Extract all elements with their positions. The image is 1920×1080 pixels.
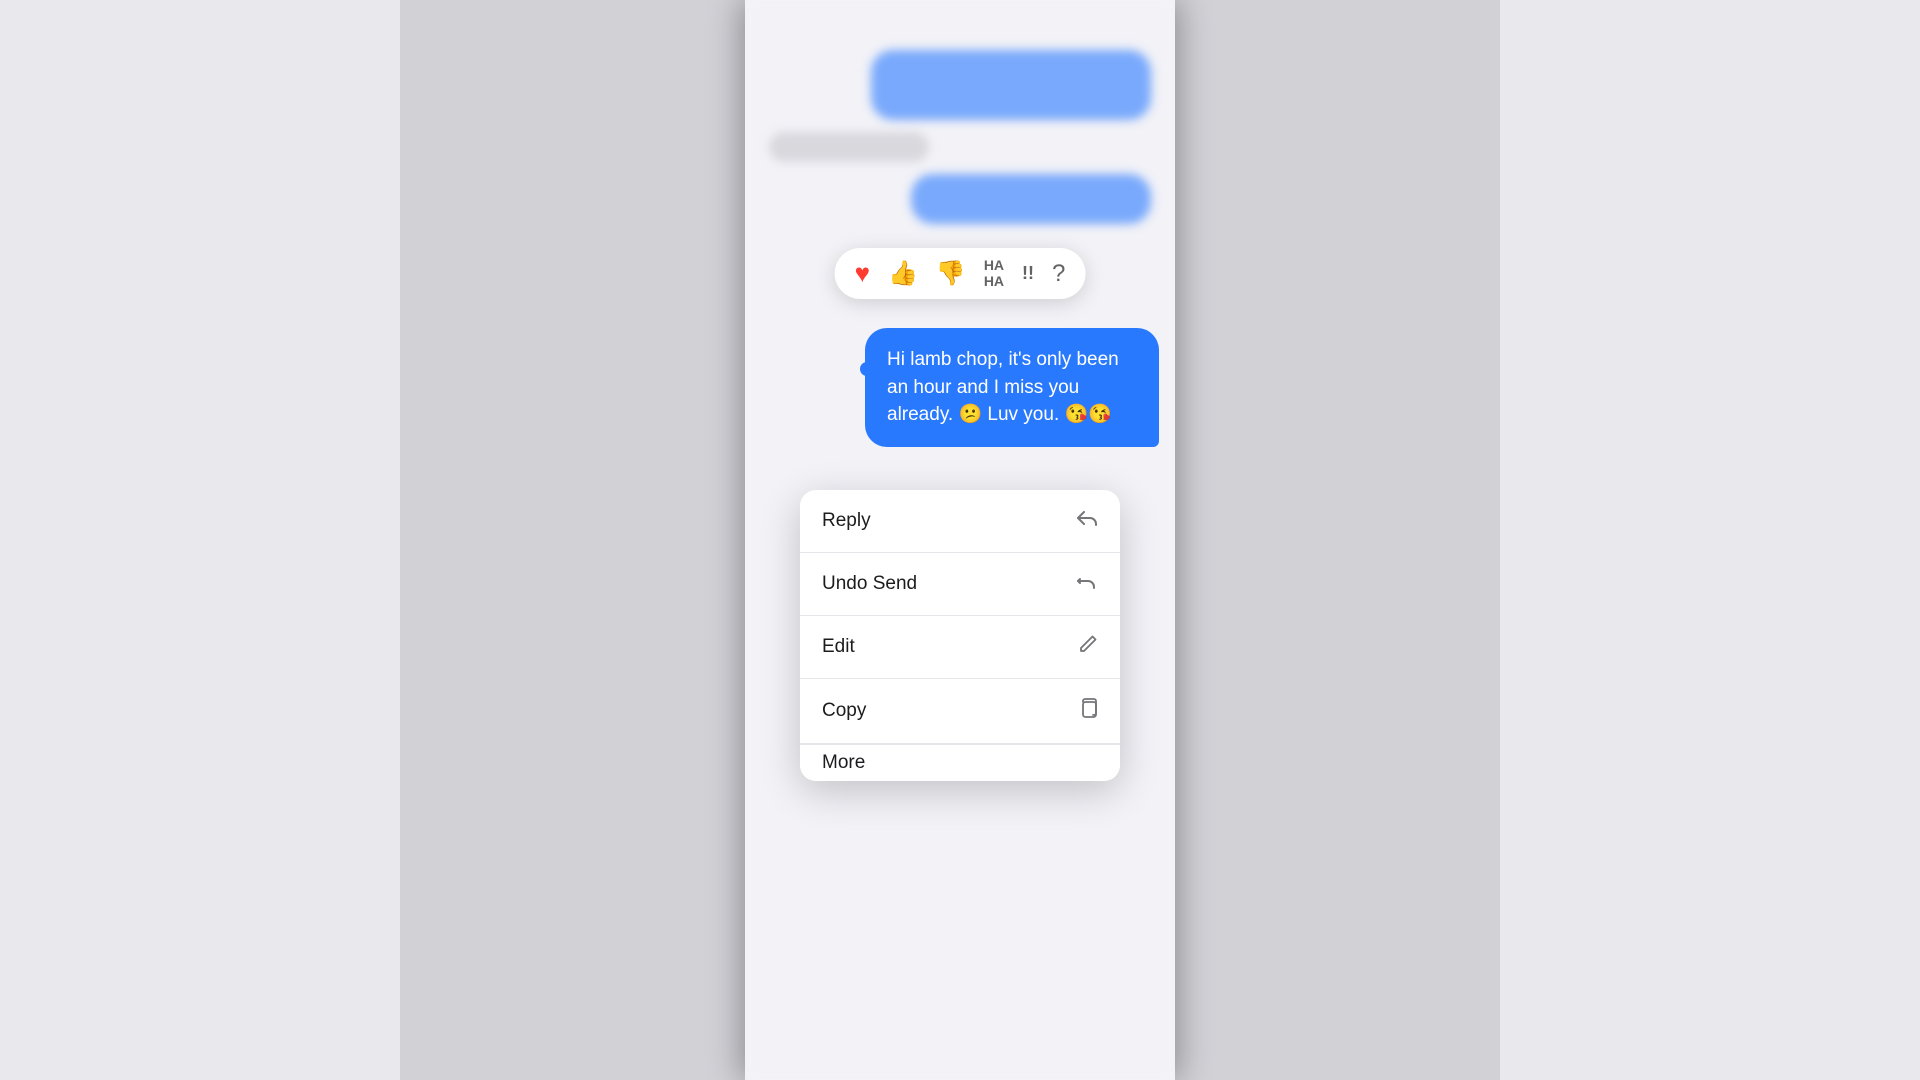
context-menu: Reply Undo Send [800, 490, 1120, 781]
copy-icon [1078, 697, 1098, 725]
reaction-heart[interactable]: ♥ [855, 258, 870, 289]
reaction-exclaim[interactable]: !! [1022, 263, 1034, 284]
phone-frame: ♥ 👍 👎 HAHA !! ? Hi lamb chop, it's only … [745, 0, 1175, 1080]
menu-item-reply[interactable]: Reply [800, 490, 1120, 553]
menu-item-undo-send[interactable]: Undo Send [800, 553, 1120, 616]
menu-label-undo-send: Undo Send [822, 573, 917, 595]
undo-send-icon [1076, 571, 1098, 597]
menu-item-copy[interactable]: Copy [800, 679, 1120, 744]
reaction-thumbup[interactable]: 👍 [888, 259, 918, 288]
menu-item-more[interactable]: More [800, 744, 1120, 781]
reply-icon [1076, 508, 1098, 534]
scene: ♥ 👍 👎 HAHA !! ? Hi lamb chop, it's only … [0, 0, 1920, 1080]
menu-label-reply: Reply [822, 510, 871, 532]
menu-label-copy: Copy [822, 700, 866, 722]
edit-icon [1078, 634, 1098, 660]
menu-label-edit: Edit [822, 636, 855, 658]
reaction-bar: ♥ 👍 👎 HAHA !! ? [835, 248, 1086, 299]
message-text: Hi lamb chop, it's only been an hour and… [887, 349, 1119, 425]
reaction-haha[interactable]: HAHA [984, 258, 1004, 289]
menu-label-more: More [822, 752, 865, 774]
reaction-thumbdown[interactable]: 👎 [936, 259, 966, 288]
reaction-question[interactable]: ? [1052, 260, 1065, 288]
menu-item-edit[interactable]: Edit [800, 616, 1120, 679]
message-bubble: Hi lamb chop, it's only been an hour and… [865, 328, 1159, 447]
